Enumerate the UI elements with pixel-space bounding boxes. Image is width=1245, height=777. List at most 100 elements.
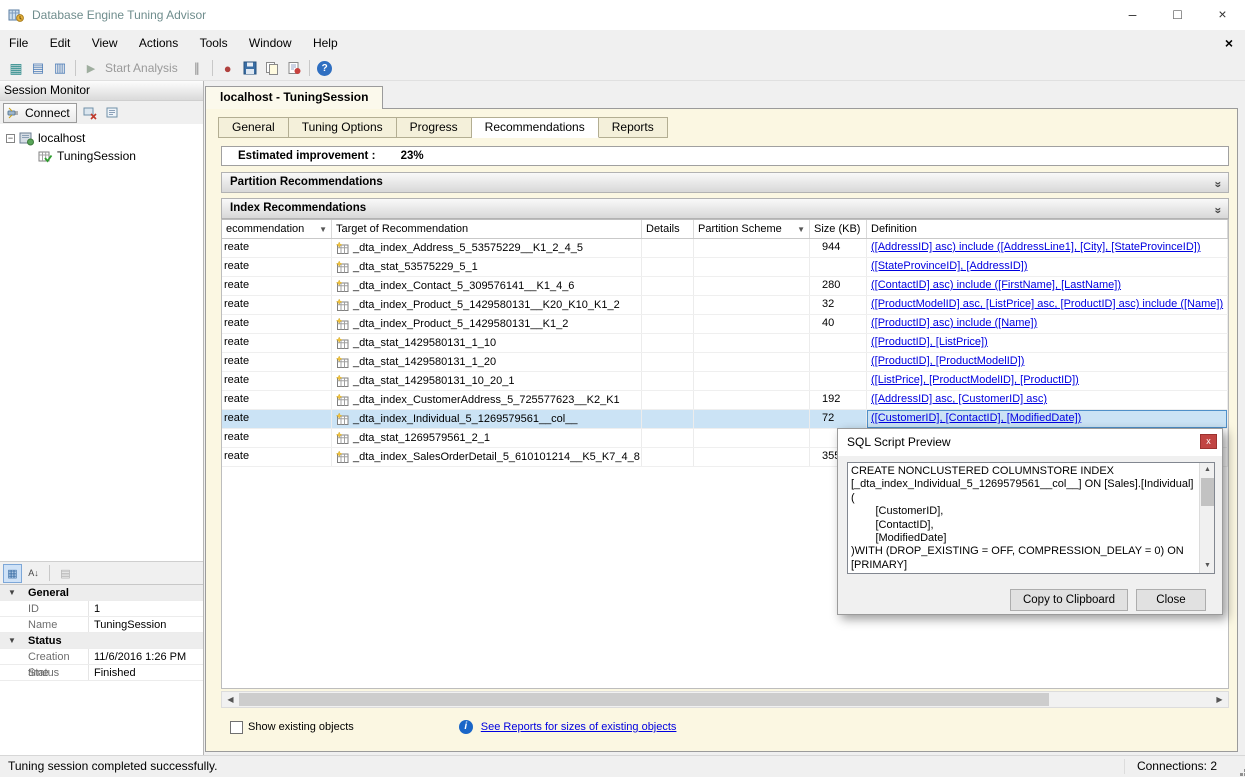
status-separator <box>1124 759 1125 774</box>
row-definition-cell: ([AddressID] asc, [CustomerID] asc) <box>867 391 1228 409</box>
copy-results-button[interactable] <box>261 57 283 79</box>
scroll-right-icon[interactable]: ▶ <box>1211 692 1228 707</box>
property-row-id[interactable]: ID 1 <box>0 601 203 617</box>
header-size[interactable]: Size (KB) <box>810 220 867 238</box>
partition-recommendations-bar[interactable]: Partition Recommendations » <box>221 172 1229 193</box>
header-details[interactable]: Details <box>642 220 694 238</box>
pause-analysis-button[interactable]: ∥ <box>186 57 208 79</box>
menu-edit[interactable]: Edit <box>41 30 80 56</box>
menu-window[interactable]: Window <box>240 30 301 56</box>
row-size-cell <box>810 353 867 371</box>
tab-general[interactable]: General <box>218 117 289 138</box>
table-row[interactable]: reate_dta_index_Contact_5_309576141__K1_… <box>222 277 1228 296</box>
sql-text-area[interactable]: CREATE NONCLUSTERED COLUMNSTORE INDEX [_… <box>847 462 1215 574</box>
property-pages-button[interactable]: ▤ <box>56 564 75 583</box>
definition-link[interactable]: ([StateProvinceID], [AddressID]) <box>871 260 1028 272</box>
delete-session-button[interactable] <box>103 104 121 122</box>
menu-tools[interactable]: Tools <box>191 30 237 56</box>
horizontal-scrollbar[interactable]: ◀ ▶ <box>221 691 1229 708</box>
start-analysis-label[interactable]: Start Analysis <box>105 61 178 75</box>
categorized-view-button[interactable]: ▦ <box>3 564 22 583</box>
definition-link[interactable]: ([ProductID] asc) include ([Name]) <box>871 317 1037 329</box>
table-row[interactable]: reate_dta_index_CustomerAddress_5_725577… <box>222 391 1228 410</box>
show-existing-objects-label: Show existing objects <box>248 721 354 733</box>
tab-recommendations[interactable]: Recommendations <box>472 117 599 138</box>
definition-link[interactable]: ([ProductModelID] asc, [ListPrice] asc, … <box>871 298 1223 310</box>
category-collapse-icon[interactable]: ▼ <box>8 585 16 601</box>
row-target-cell: _dta_stat_1429580131_10_20_1 <box>332 372 642 390</box>
show-existing-objects-checkbox[interactable] <box>230 721 243 734</box>
header-recommendation[interactable]: ecommendation ▼ <box>222 220 332 238</box>
definition-link[interactable]: ([AddressID] asc) include ([AddressLine1… <box>871 241 1201 253</box>
row-target-cell: _dta_index_Product_5_1429580131__K20_K10… <box>332 296 642 314</box>
category-collapse-icon[interactable]: ▼ <box>8 633 16 649</box>
tree-item-localhost[interactable]: − localhost <box>6 129 85 147</box>
table-row[interactable]: reate_dta_index_Individual_5_1269579561_… <box>222 410 1228 429</box>
table-row[interactable]: reate_dta_index_Product_5_1429580131__K2… <box>222 296 1228 315</box>
header-definition[interactable]: Definition <box>867 220 1228 238</box>
filter-dropdown-icon[interactable]: ▼ <box>797 225 805 234</box>
start-analysis-button[interactable]: ▶ <box>80 57 102 79</box>
property-row-status[interactable]: Status Finished <box>0 665 203 681</box>
vertical-scrollbar[interactable]: ▲ ▼ <box>1199 463 1214 573</box>
tab-tuning-options[interactable]: Tuning Options <box>289 117 397 138</box>
definition-link[interactable]: ([ProductID], [ListPrice]) <box>871 336 988 348</box>
save-recommendations-button[interactable] <box>239 57 261 79</box>
row-size-cell: 40 <box>810 315 867 333</box>
scroll-up-icon[interactable]: ▲ <box>1200 463 1215 477</box>
index-recommendations-bar[interactable]: Index Recommendations » <box>221 198 1229 219</box>
see-reports-link[interactable]: See Reports for sizes of existing object… <box>481 721 677 733</box>
session-monitor-toolbar: Connect <box>0 102 203 124</box>
stop-analysis-button[interactable]: ● <box>217 57 239 79</box>
definition-link[interactable]: ([AddressID] asc, [CustomerID] asc) <box>871 393 1047 405</box>
tree-expander-icon[interactable]: − <box>6 134 15 143</box>
help-button[interactable]: ? <box>314 57 336 79</box>
export-session-button[interactable] <box>283 57 305 79</box>
filter-dropdown-icon[interactable]: ▼ <box>319 225 327 234</box>
table-row[interactable]: reate_dta_index_Address_5_53575229__K1_2… <box>222 239 1228 258</box>
menu-actions[interactable]: Actions <box>130 30 187 56</box>
menu-file[interactable]: File <box>0 30 37 56</box>
tab-progress[interactable]: Progress <box>397 117 472 138</box>
menu-view[interactable]: View <box>83 30 127 56</box>
table-row[interactable]: reate_dta_stat_1429580131_1_10([ProductI… <box>222 334 1228 353</box>
collapse-chevron-icon[interactable]: » <box>1207 181 1226 187</box>
scrollbar-thumb[interactable] <box>239 693 1049 706</box>
scrollbar-thumb[interactable] <box>1201 478 1214 506</box>
header-partition-scheme[interactable]: Partition Scheme ▼ <box>694 220 810 238</box>
table-row[interactable]: reate_dta_stat_1429580131_10_20_1([ListP… <box>222 372 1228 391</box>
dialog-close-action-button[interactable]: Close <box>1136 589 1206 611</box>
tree-item-tuningsession[interactable]: TuningSession <box>38 147 136 165</box>
definition-link[interactable]: ([ProductID], [ProductModelID]) <box>871 355 1024 367</box>
dialog-close-button[interactable]: x <box>1200 434 1217 449</box>
connect-button[interactable]: Connect <box>3 103 77 123</box>
resize-grip[interactable] <box>1236 769 1239 772</box>
new-session-button[interactable]: ▦ <box>5 57 27 79</box>
property-row-creation-time[interactable]: Creation time 11/6/2016 1:26 PM <box>0 649 203 665</box>
definition-link[interactable]: ([CustomerID], [ContactID], [ModifiedDat… <box>871 412 1081 424</box>
close-button[interactable]: × <box>1200 0 1245 30</box>
property-category-status[interactable]: ▼ Status <box>0 633 203 649</box>
tab-reports[interactable]: Reports <box>599 117 668 138</box>
property-category-general[interactable]: ▼ General <box>0 585 203 601</box>
document-tab[interactable]: localhost - TuningSession <box>205 86 383 109</box>
collapse-chevron-icon[interactable]: » <box>1207 207 1226 213</box>
table-row[interactable]: reate_dta_stat_1429580131_1_20([ProductI… <box>222 353 1228 372</box>
open-session-button[interactable]: ▤ <box>27 57 49 79</box>
definition-link[interactable]: ([ContactID] asc) include ([FirstName], … <box>871 279 1121 291</box>
scroll-down-icon[interactable]: ▼ <box>1200 559 1215 573</box>
property-row-name[interactable]: Name TuningSession <box>0 617 203 633</box>
maximize-button[interactable]: □ <box>1155 0 1200 30</box>
open-workload-button[interactable]: ▥ <box>49 57 71 79</box>
header-target[interactable]: Target of Recommendation <box>332 220 642 238</box>
menu-help[interactable]: Help <box>304 30 347 56</box>
document-close-icon[interactable]: × <box>1225 30 1233 56</box>
table-row[interactable]: reate_dta_index_Product_5_1429580131__K1… <box>222 315 1228 334</box>
table-row[interactable]: reate_dta_stat_53575229_5_1([StateProvin… <box>222 258 1228 277</box>
stop-session-button[interactable] <box>81 104 99 122</box>
copy-to-clipboard-button[interactable]: Copy to Clipboard <box>1010 589 1128 611</box>
minimize-button[interactable]: – <box>1110 0 1155 30</box>
alphabetical-sort-button[interactable]: A↓ <box>24 564 43 583</box>
scroll-left-icon[interactable]: ◀ <box>222 692 239 707</box>
definition-link[interactable]: ([ListPrice], [ProductModelID], [Product… <box>871 374 1079 386</box>
